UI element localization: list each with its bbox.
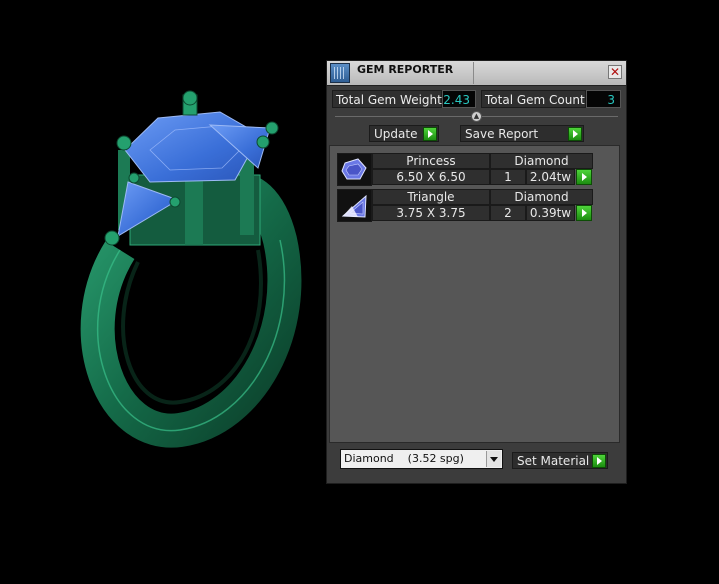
gem-row[interactable]: Princess Diamond 6.50 X 6.50 1 2.04tw — [337, 153, 595, 186]
gem-shape: Princess — [372, 153, 490, 169]
go-arrow-icon — [592, 454, 606, 468]
gem-row-go-button[interactable] — [576, 205, 592, 221]
title-separator — [473, 62, 474, 84]
gem-weight: 2.04tw — [526, 169, 575, 185]
set-material-button-label: Set Material — [517, 454, 590, 468]
go-arrow-icon — [568, 127, 582, 141]
gem-size: 6.50 X 6.50 — [372, 169, 490, 185]
go-arrow-icon — [423, 127, 437, 141]
set-material-button[interactable]: Set Material — [512, 452, 608, 469]
chevron-down-icon[interactable] — [486, 451, 501, 467]
close-button[interactable]: ✕ — [608, 65, 622, 79]
princess-gem-icon[interactable] — [337, 153, 372, 186]
update-button-label: Update — [374, 127, 418, 141]
ring-post — [185, 175, 203, 245]
gem-material: Diamond — [490, 153, 593, 169]
material-select-value: Diamond (3.52 spg) — [344, 452, 464, 465]
total-gem-count-label: Total Gem Count — [481, 90, 586, 108]
collapse-handle-icon[interactable]: ▲ — [471, 111, 482, 122]
gem-list[interactable]: Princess Diamond 6.50 X 6.50 1 2.04tw Tr… — [329, 145, 620, 443]
total-gem-weight-label: Total Gem Weight — [332, 90, 442, 108]
gem-reporter-app-icon — [330, 63, 350, 83]
gem-reporter-panel: GEM REPORTER ✕ Total Gem Weight 2.43 Tot… — [326, 60, 627, 484]
update-button[interactable]: Update — [369, 125, 439, 142]
gem-count: 1 — [490, 169, 526, 185]
gem-row-go-button[interactable] — [576, 169, 592, 185]
gem-count: 2 — [490, 205, 526, 221]
triangle-gem-icon[interactable] — [337, 189, 372, 222]
save-report-button[interactable]: Save Report — [460, 125, 584, 142]
gem-shape: Triangle — [372, 189, 490, 205]
total-gem-count-value: 3 — [586, 90, 621, 108]
total-gem-weight-value: 2.43 — [442, 90, 476, 108]
title-bar[interactable]: GEM REPORTER ✕ — [327, 61, 626, 86]
gem-material: Diamond — [490, 189, 593, 205]
save-report-button-label: Save Report — [465, 127, 539, 141]
window-title: GEM REPORTER — [357, 63, 454, 76]
gem-row[interactable]: Triangle Diamond 3.75 X 3.75 2 0.39tw — [337, 189, 595, 222]
ring-model[interactable] — [80, 90, 302, 448]
gem-size: 3.75 X 3.75 — [372, 205, 490, 221]
material-select[interactable]: Diamond (3.52 spg) — [340, 449, 503, 469]
gem-weight: 0.39tw — [526, 205, 575, 221]
